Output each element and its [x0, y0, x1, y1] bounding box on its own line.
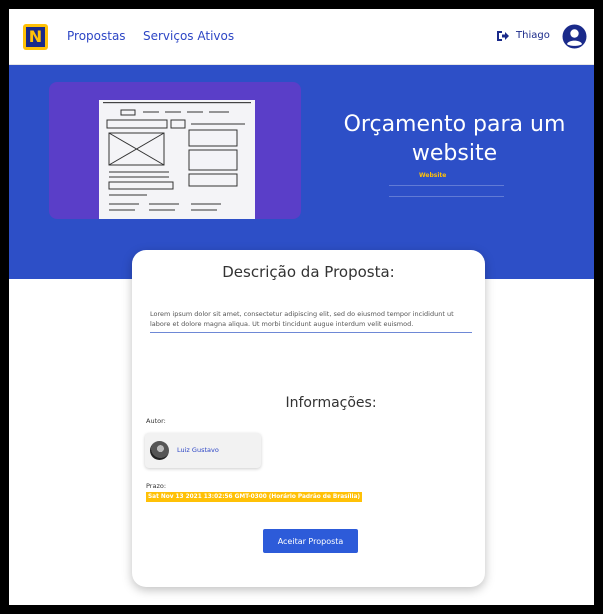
hero-divider: [389, 185, 504, 186]
description-text: Lorem ipsum dolor sit amet, consectetur …: [150, 309, 472, 333]
nav-link-servicos-ativos[interactable]: Serviços Ativos: [143, 29, 234, 43]
app-window: N Propostas Serviços Ativos Thiago Orçam…: [9, 9, 594, 605]
description-heading: Descrição da Proposta:: [222, 263, 395, 281]
hero-wireframe-image: [49, 82, 301, 219]
accept-proposal-button[interactable]: Aceitar Proposta: [263, 529, 358, 553]
proposal-card: Descrição da Proposta: Lorem ipsum dolor…: [132, 250, 485, 587]
user-name[interactable]: Thiago: [516, 30, 550, 41]
nav-link-propostas[interactable]: Propostas: [67, 29, 126, 43]
brand-logo-letter: N: [26, 27, 45, 47]
info-heading: Informações:: [285, 395, 377, 411]
author-name[interactable]: Luiz Gustavo: [177, 446, 219, 454]
brand-logo[interactable]: N: [23, 24, 48, 50]
deadline-badge: Sat Nov 13 2021 13:02:56 GMT-0300 (Horár…: [146, 492, 363, 502]
user-account-icon[interactable]: [562, 24, 587, 49]
deadline-label: Prazo:: [146, 482, 167, 490]
wireframe-sketch-drawing: [103, 102, 251, 211]
proposal-category-tag: Website: [419, 172, 447, 179]
proposal-title: Orçamento para um website: [343, 112, 566, 166]
top-navbar: N Propostas Serviços Ativos Thiago: [9, 9, 594, 65]
author-chip[interactable]: Luiz Gustavo: [145, 433, 261, 468]
wireframe-sketch: [99, 100, 255, 219]
logout-icon[interactable]: [496, 30, 510, 42]
author-label: Autor:: [146, 417, 166, 425]
hero-banner: Orçamento para um website Website: [9, 65, 594, 279]
avatar: [150, 441, 169, 460]
hero-divider: [389, 196, 504, 197]
